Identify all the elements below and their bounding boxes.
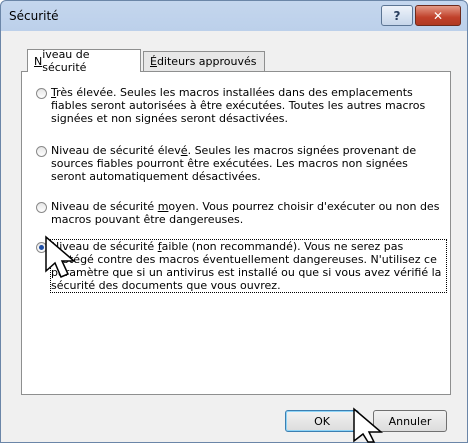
ok-button[interactable]: OK	[285, 410, 359, 432]
tab-trusted-publishers[interactable]: Éditeurs approuvés	[143, 51, 265, 71]
radio-option-very-high[interactable]: Très élevée. Seules les macros installée…	[36, 86, 446, 125]
radio-option-label: Niveau de sécurité élevé. Seules les mac…	[51, 144, 417, 183]
close-button[interactable]: ✕	[415, 5, 461, 26]
tab-label-post: diteurs approuvés	[156, 55, 257, 68]
tab-label-mnemonic: N	[34, 54, 43, 68]
tab-panel: Très élevée. Seules les macros installée…	[21, 71, 451, 395]
title-bar: Sécurité ? ✕	[1, 1, 467, 31]
radio-option-high[interactable]: Niveau de sécurité élevé. Seules les mac…	[36, 144, 446, 183]
radio-option-label: Niveau de sécurité moyen. Vous pourrez c…	[51, 200, 440, 226]
radio-button[interactable]	[36, 146, 47, 157]
mouse-cursor-icon-ok	[353, 407, 384, 443]
radio-option-low[interactable]: Niveau de sécurité faible (non recommand…	[36, 239, 447, 293]
tab-label-post: iveau de sécurité	[42, 48, 90, 74]
radio-option-medium[interactable]: Niveau de sécurité moyen. Vous pourrez c…	[36, 200, 446, 226]
help-button[interactable]: ?	[381, 5, 413, 26]
dialog-client-area: Niveau de sécurité Éditeurs approuvés Tr…	[7, 31, 461, 435]
security-dialog: Sécurité ? ✕ Niveau de sécurité Éditeurs…	[0, 0, 468, 443]
radio-option-label: Très élevée. Seules les macros installée…	[51, 86, 426, 125]
radio-button[interactable]	[36, 88, 47, 99]
tab-security-level[interactable]: Niveau de sécurité	[27, 48, 141, 74]
dialog-title: Sécurité	[9, 9, 59, 23]
tab-label-mnemonic: É	[150, 55, 157, 68]
radio-option-label: Niveau de sécurité faible (non recommand…	[50, 239, 447, 293]
mouse-cursor-icon	[45, 235, 77, 278]
radio-button[interactable]	[36, 202, 47, 213]
